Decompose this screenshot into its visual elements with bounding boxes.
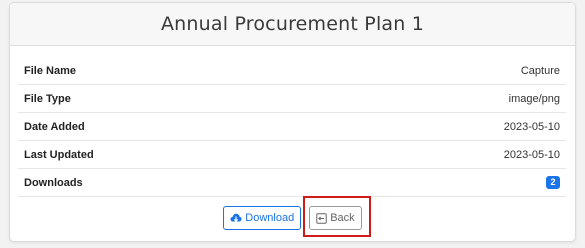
detail-row-file-type: File Type image/png <box>18 85 566 113</box>
file-details-list: File Name Capture File Type image/png Da… <box>10 57 575 197</box>
detail-row-date-added: Date Added 2023-05-10 <box>18 113 566 141</box>
detail-label: File Type <box>24 92 71 105</box>
download-button-label: Download <box>245 212 295 224</box>
detail-label: File Name <box>24 64 76 77</box>
download-button[interactable]: Download <box>223 206 302 230</box>
detail-row-file-name: File Name Capture <box>18 57 566 85</box>
card-header: Annual Procurement Plan 1 <box>10 3 575 46</box>
detail-value: image/png <box>508 92 560 105</box>
page-title: Annual Procurement Plan 1 <box>160 13 425 35</box>
detail-label: Downloads <box>24 176 83 189</box>
card-actions: Download Back <box>10 206 575 230</box>
detail-value: 2023-05-10 <box>503 120 560 133</box>
detail-label: Last Updated <box>24 148 94 161</box>
cloud-download-icon <box>230 213 242 224</box>
downloads-count-badge: 2 <box>546 176 560 189</box>
detail-value: Capture <box>520 64 560 77</box>
detail-value: 2023-05-10 <box>503 148 560 161</box>
detail-row-downloads: Downloads 2 <box>18 169 566 197</box>
detail-label: Date Added <box>24 120 85 133</box>
detail-row-last-updated: Last Updated 2023-05-10 <box>18 141 566 169</box>
highlight-box <box>303 196 371 237</box>
file-details-card: Annual Procurement Plan 1 File Name Capt… <box>9 2 576 242</box>
